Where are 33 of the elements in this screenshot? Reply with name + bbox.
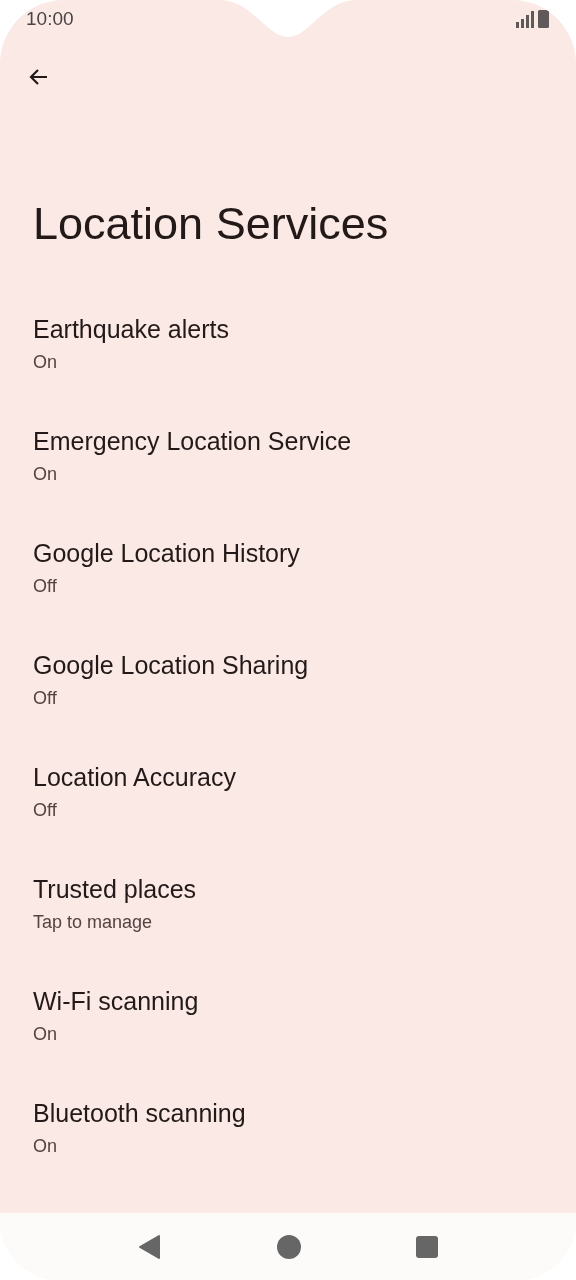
settings-item[interactable]: Google Location Sharing Off (0, 626, 576, 738)
item-title: Google Location History (33, 538, 301, 569)
home-circle-icon (277, 1234, 301, 1259)
item-summary: Tap to manage (33, 911, 154, 934)
item-summary: On (33, 1023, 58, 1046)
settings-item[interactable]: Trusted places Tap to manage (0, 850, 576, 962)
item-summary: On (33, 351, 58, 374)
item-title: Bluetooth scanning (33, 1098, 247, 1129)
home-button[interactable] (277, 1234, 301, 1259)
triangle-back-icon (137, 1233, 162, 1260)
settings-item[interactable]: Google Location History Off (0, 514, 576, 626)
item-summary: Off (33, 575, 58, 598)
settings-item[interactable]: Location Accuracy Off (0, 738, 576, 850)
item-summary: On (33, 463, 58, 486)
item-summary: Off (33, 799, 58, 822)
item-title: Emergency Location Service (33, 426, 353, 457)
page-title: Location Services (33, 197, 390, 251)
item-title: Trusted places (33, 874, 198, 905)
status-time: 10:00 (26, 8, 74, 30)
nav-back-button[interactable] (137, 1233, 162, 1260)
recents-square-icon (416, 1235, 439, 1258)
item-title: Wi-Fi scanning (33, 986, 200, 1017)
item-summary: Off (33, 687, 58, 710)
recents-button[interactable] (416, 1235, 439, 1258)
settings-item[interactable]: Emergency Location Service On (0, 402, 576, 514)
settings-item[interactable]: Wi-Fi scanning On (0, 962, 576, 1074)
item-title: Google Location Sharing (33, 650, 310, 681)
item-title: Earthquake alerts (33, 314, 230, 345)
item-summary: On (33, 1135, 58, 1158)
item-title: Location Accuracy (33, 762, 237, 793)
signal-battery-icon (516, 9, 550, 29)
settings-item[interactable]: Bluetooth scanning On (0, 1074, 576, 1186)
settings-item[interactable]: Earthquake alerts On (0, 290, 576, 402)
